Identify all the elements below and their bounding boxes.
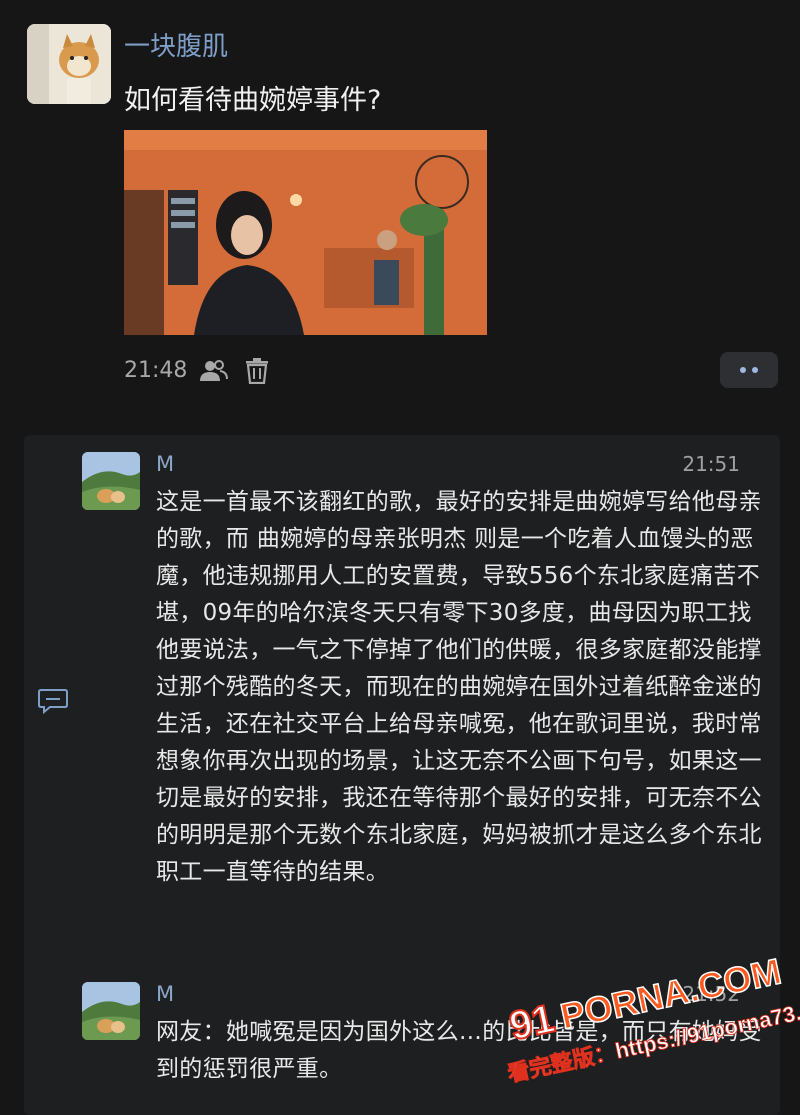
author-avatar[interactable] [27,24,111,104]
more-dot [740,367,746,373]
comment-text: 这是一首最不该翻红的歌，最好的安排是曲婉婷写给他母亲的歌，而 曲婉婷的母亲张明杰… [156,489,762,885]
more-dot [752,367,758,373]
people-icon[interactable] [200,359,228,383]
more-dots-icon[interactable] [720,352,778,388]
commenter-name[interactable]: M [156,452,174,476]
comment-time: 21:51 [682,452,740,476]
author-name[interactable]: 一块腹肌 [124,26,228,63]
comment-icon[interactable] [38,688,68,715]
comment-text: 网友：她喊冤是因为国外这么…的比比皆是，而只有她妈受到的惩罚很严重。 [156,1019,762,1082]
commenter-name[interactable]: M [156,982,174,1006]
post-time: 21:48 [124,358,188,383]
post-title: 如何看待曲婉婷事件? [124,85,382,116]
commenter-avatar[interactable] [82,452,140,510]
commenter-avatar[interactable] [82,982,140,1040]
comment-time: 21:52 [682,982,740,1006]
trash-icon[interactable] [245,358,269,385]
post-image[interactable] [124,130,487,335]
